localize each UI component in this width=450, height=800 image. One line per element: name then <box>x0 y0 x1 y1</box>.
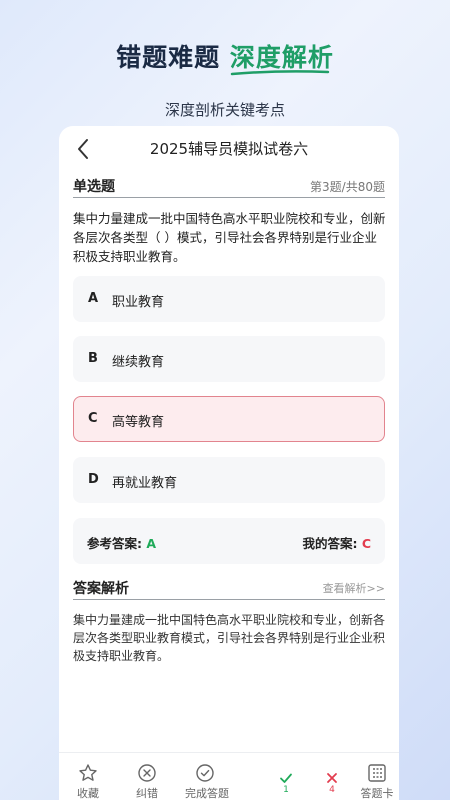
option-text: 继续教育 <box>112 355 165 370</box>
promo-title-dark: 错题难题 <box>116 43 221 72</box>
reference-answer: 参考答案: A <box>87 533 156 552</box>
option-letter: A <box>88 291 99 306</box>
question-type-bar: 单选题 第3题/共80题 <box>73 176 385 198</box>
option-text: 再就业教育 <box>112 476 178 491</box>
option-text: 高等教育 <box>112 415 165 430</box>
promo-title-accent: 深度解析 <box>229 43 334 72</box>
card-header: 2025辅导员模拟试卷六 <box>59 126 399 172</box>
view-analysis-link[interactable]: 查看解析>> <box>323 580 385 596</box>
error-circle-icon <box>138 764 156 782</box>
my-answer: 我的答案: C <box>302 533 371 552</box>
option-letter: D <box>88 472 99 487</box>
analysis-text: 集中力量建成一批中国特色高水平职业院校和专业，创新各层次各类型职业教育模式，引导… <box>73 613 386 663</box>
correct-count: 1 <box>276 771 296 795</box>
check-icon <box>280 773 292 783</box>
finish-button[interactable]: 完成答题 <box>185 763 229 800</box>
wrong-count: 4 <box>322 771 342 795</box>
bottom-toolbar: 收藏 纠错 完成答题 1 4 答题卡 <box>59 752 399 800</box>
favorite-button[interactable]: 收藏 <box>68 763 108 800</box>
option-letter: C <box>88 411 98 426</box>
reference-answer-value: A <box>146 536 157 551</box>
cross-icon <box>327 773 337 783</box>
report-error-label: 纠错 <box>136 787 158 800</box>
finish-label: 完成答题 <box>185 787 229 800</box>
option-c-selected-wrong[interactable]: C 高等教育 <box>73 396 385 442</box>
answer-card-button[interactable]: 答题卡 <box>357 763 397 800</box>
wrong-count-value: 4 <box>329 785 335 795</box>
question-progress: 第3题/共80题 <box>310 180 385 194</box>
report-error-button[interactable]: 纠错 <box>127 763 167 800</box>
option-a[interactable]: A 职业教育 <box>73 276 385 322</box>
promo-subtitle: 深度剖析关键考点 <box>164 101 285 119</box>
question-text: 集中力量建成一批中国特色高水平职业院校和专业，创新各层次各类型（ ）模式，引导社… <box>73 211 386 264</box>
page-title: 2025辅导员模拟试卷六 <box>149 140 309 158</box>
correct-count-value: 1 <box>283 785 289 795</box>
star-icon <box>79 764 97 781</box>
promo-underline-decoration <box>230 70 330 76</box>
option-b[interactable]: B 继续教育 <box>73 336 385 382</box>
check-circle-icon <box>196 764 214 782</box>
reference-answer-label: 参考答案: <box>87 536 142 551</box>
analysis-bar: 答案解析 查看解析>> <box>73 578 385 600</box>
promo-title: 错题难题 深度解析 <box>0 38 450 74</box>
option-letter: B <box>88 351 98 366</box>
grid-icon <box>368 764 386 782</box>
option-text: 职业教育 <box>112 295 165 310</box>
question-type-label: 单选题 <box>73 179 115 195</box>
my-answer-value: C <box>361 536 371 551</box>
analysis-label: 答案解析 <box>73 581 129 597</box>
my-answer-label: 我的答案: <box>302 536 358 551</box>
answer-card-label: 答题卡 <box>360 787 394 800</box>
favorite-label: 收藏 <box>77 787 99 800</box>
answer-comparison: 参考答案: A 我的答案: C <box>73 518 385 564</box>
exam-card: 2025辅导员模拟试卷六 单选题 第3题/共80题 集中力量建成一批中国特色高水… <box>59 126 399 800</box>
option-d[interactable]: D 再就业教育 <box>73 457 385 503</box>
